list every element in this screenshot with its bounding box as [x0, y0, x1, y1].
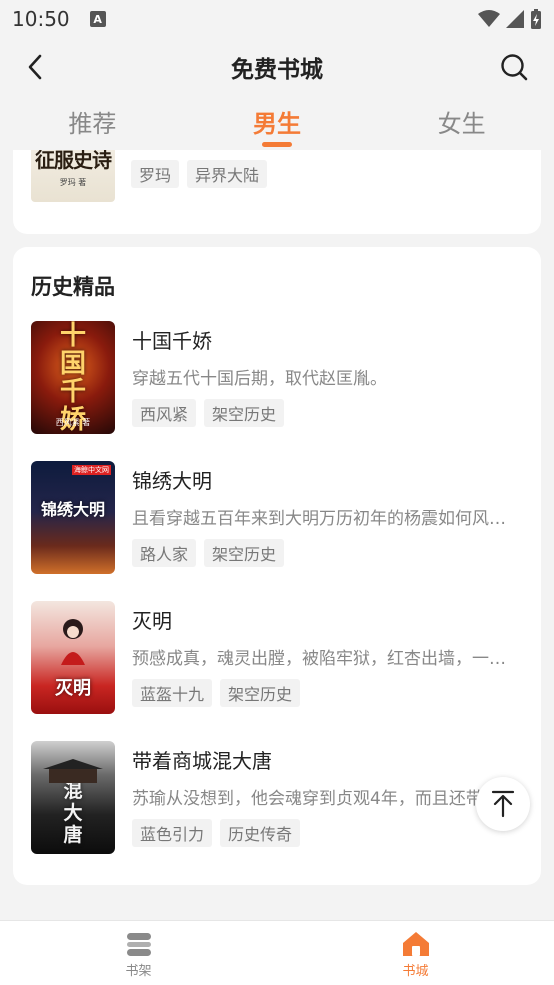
nav-bookshelf[interactable]: 书架 — [0, 921, 277, 985]
author-tag: 路人家 — [132, 539, 197, 567]
book-cover: 灭明 — [31, 601, 115, 714]
home-icon — [402, 932, 429, 956]
notification-icon: A — [89, 11, 106, 27]
book-tags: 西风紧 架空历史 — [132, 399, 522, 427]
book-description: 苏瑜从没想到，他会魂穿到贞观4年，而且还带着一个商城 — [132, 789, 510, 809]
nav-label: 书架 — [125, 964, 152, 979]
wifi-icon — [478, 10, 500, 27]
book-title: 十国千娇 — [132, 329, 212, 353]
search-icon — [501, 54, 528, 81]
cover-title: 征服史诗 — [35, 150, 112, 172]
book-title: 带着商城混大唐 — [132, 749, 272, 773]
tab-label: 女生 — [437, 110, 486, 138]
genre-tag: 架空历史 — [220, 679, 301, 707]
book-tags: 蓝色引力 历史传奇 — [132, 819, 522, 847]
cover-title: 混大唐 — [63, 779, 83, 846]
book-cover: 混大唐 — [31, 741, 115, 854]
nav-bookstore[interactable]: 书城 — [277, 921, 554, 985]
status-icons — [478, 9, 542, 29]
book-title: 灭明 — [132, 609, 172, 633]
cover-title: 锦绣大明 — [40, 499, 105, 519]
book-list-scroll[interactable]: 征服史诗 罗玛 著 罗玛 异界大陆 历史精品 十国千娇 西风紧 著 十国千娇 穿… — [0, 150, 554, 920]
genre-tag: 异界大陆 — [187, 160, 268, 188]
author-tag: 西风紧 — [132, 399, 197, 427]
previous-section-card: 征服史诗 罗玛 著 罗玛 异界大陆 — [13, 150, 541, 234]
category-tabs: 推荐 男生 女生 — [0, 96, 554, 152]
back-to-top-button[interactable] — [476, 777, 530, 831]
character-illustration-icon — [61, 619, 85, 665]
top-app-bar: 免费书城 — [0, 38, 554, 96]
book-info: 灭明 预感成真，魂灵出膛，被陷牢狱，红杏出墙，一切的一切 蓝盔十九 架空历史 — [132, 601, 522, 715]
tab-label: 推荐 — [68, 110, 117, 138]
genre-tag: 架空历史 — [204, 539, 285, 567]
cover-author: 罗玛 著 — [59, 178, 87, 187]
book-info: 锦绣大明 且看穿越五百年来到大明万历初年的杨震如何风云际会 路人家 架空历史 — [132, 461, 522, 575]
search-button[interactable] — [498, 51, 530, 83]
back-button[interactable] — [20, 52, 50, 82]
bookshelf-icon — [126, 933, 151, 956]
palace-icon — [43, 759, 103, 783]
book-description: 且看穿越五百年来到大明万历初年的杨震如何风云际会 — [132, 509, 510, 529]
signal-icon — [506, 10, 524, 28]
book-info: 带着商城混大唐 苏瑜从没想到，他会魂穿到贞观4年，而且还带着一个商城 蓝色引力 … — [132, 741, 522, 855]
status-time: 10:50 — [12, 7, 70, 31]
nav-label: 书城 — [402, 964, 429, 979]
tab-recommend[interactable]: 推荐 — [0, 96, 184, 139]
tab-female[interactable]: 女生 — [370, 96, 554, 139]
author-tag: 蓝盔十九 — [132, 679, 213, 707]
active-tab-indicator — [261, 142, 292, 147]
book-item[interactable]: 混大唐 带着商城混大唐 苏瑜从没想到，他会魂穿到贞观4年，而且还带着一个商城 蓝… — [31, 741, 531, 855]
book-item[interactable]: 海鲸中文网 锦绣大明 锦绣大明 且看穿越五百年来到大明万历初年的杨震如何风云际会… — [31, 461, 531, 575]
book-tags: 罗玛 异界大陆 — [131, 160, 268, 188]
tab-male[interactable]: 男生 — [185, 96, 369, 147]
book-info: 十国千娇 穿越五代十国后期，取代赵匡胤。 西风紧 架空历史 — [132, 321, 522, 435]
section-title: 历史精品 — [31, 275, 115, 299]
bottom-navigation: 书架 书城 — [0, 920, 554, 985]
book-tags: 蓝盔十九 架空历史 — [132, 679, 522, 707]
history-section-card: 历史精品 十国千娇 西风紧 著 十国千娇 穿越五代十国后期，取代赵匡胤。 西风紧… — [13, 247, 541, 885]
author-tag: 罗玛 — [131, 160, 180, 188]
chevron-left-icon — [28, 54, 42, 80]
status-bar: 10:50 A — [0, 0, 554, 38]
book-description: 穿越五代十国后期，取代赵匡胤。 — [132, 369, 387, 389]
author-tag: 蓝色引力 — [132, 819, 213, 847]
book-cover[interactable]: 征服史诗 罗玛 著 — [31, 150, 115, 202]
genre-tag: 历史传奇 — [220, 819, 301, 847]
cover-author: 西风紧 著 — [55, 418, 91, 427]
book-cover: 十国千娇 西风紧 著 — [31, 321, 115, 434]
book-tags: 路人家 架空历史 — [132, 539, 522, 567]
arrow-up-icon — [491, 790, 515, 818]
cover-title: 灭明 — [55, 678, 91, 699]
tab-label: 男生 — [252, 110, 301, 138]
book-title: 锦绣大明 — [132, 469, 212, 493]
publisher-badge: 海鲸中文网 — [72, 465, 111, 475]
book-description: 预感成真，魂灵出膛，被陷牢狱，红杏出墙，一切的一切 — [132, 649, 510, 669]
page-title: 免费书城 — [231, 57, 323, 83]
genre-tag: 架空历史 — [204, 399, 285, 427]
book-item[interactable]: 十国千娇 西风紧 著 十国千娇 穿越五代十国后期，取代赵匡胤。 西风紧 架空历史 — [31, 321, 531, 435]
book-item[interactable]: 灭明 灭明 预感成真，魂灵出膛，被陷牢狱，红杏出墙，一切的一切 蓝盔十九 架空历… — [31, 601, 531, 715]
book-cover: 海鲸中文网 锦绣大明 — [31, 461, 115, 574]
battery-icon — [531, 9, 541, 29]
